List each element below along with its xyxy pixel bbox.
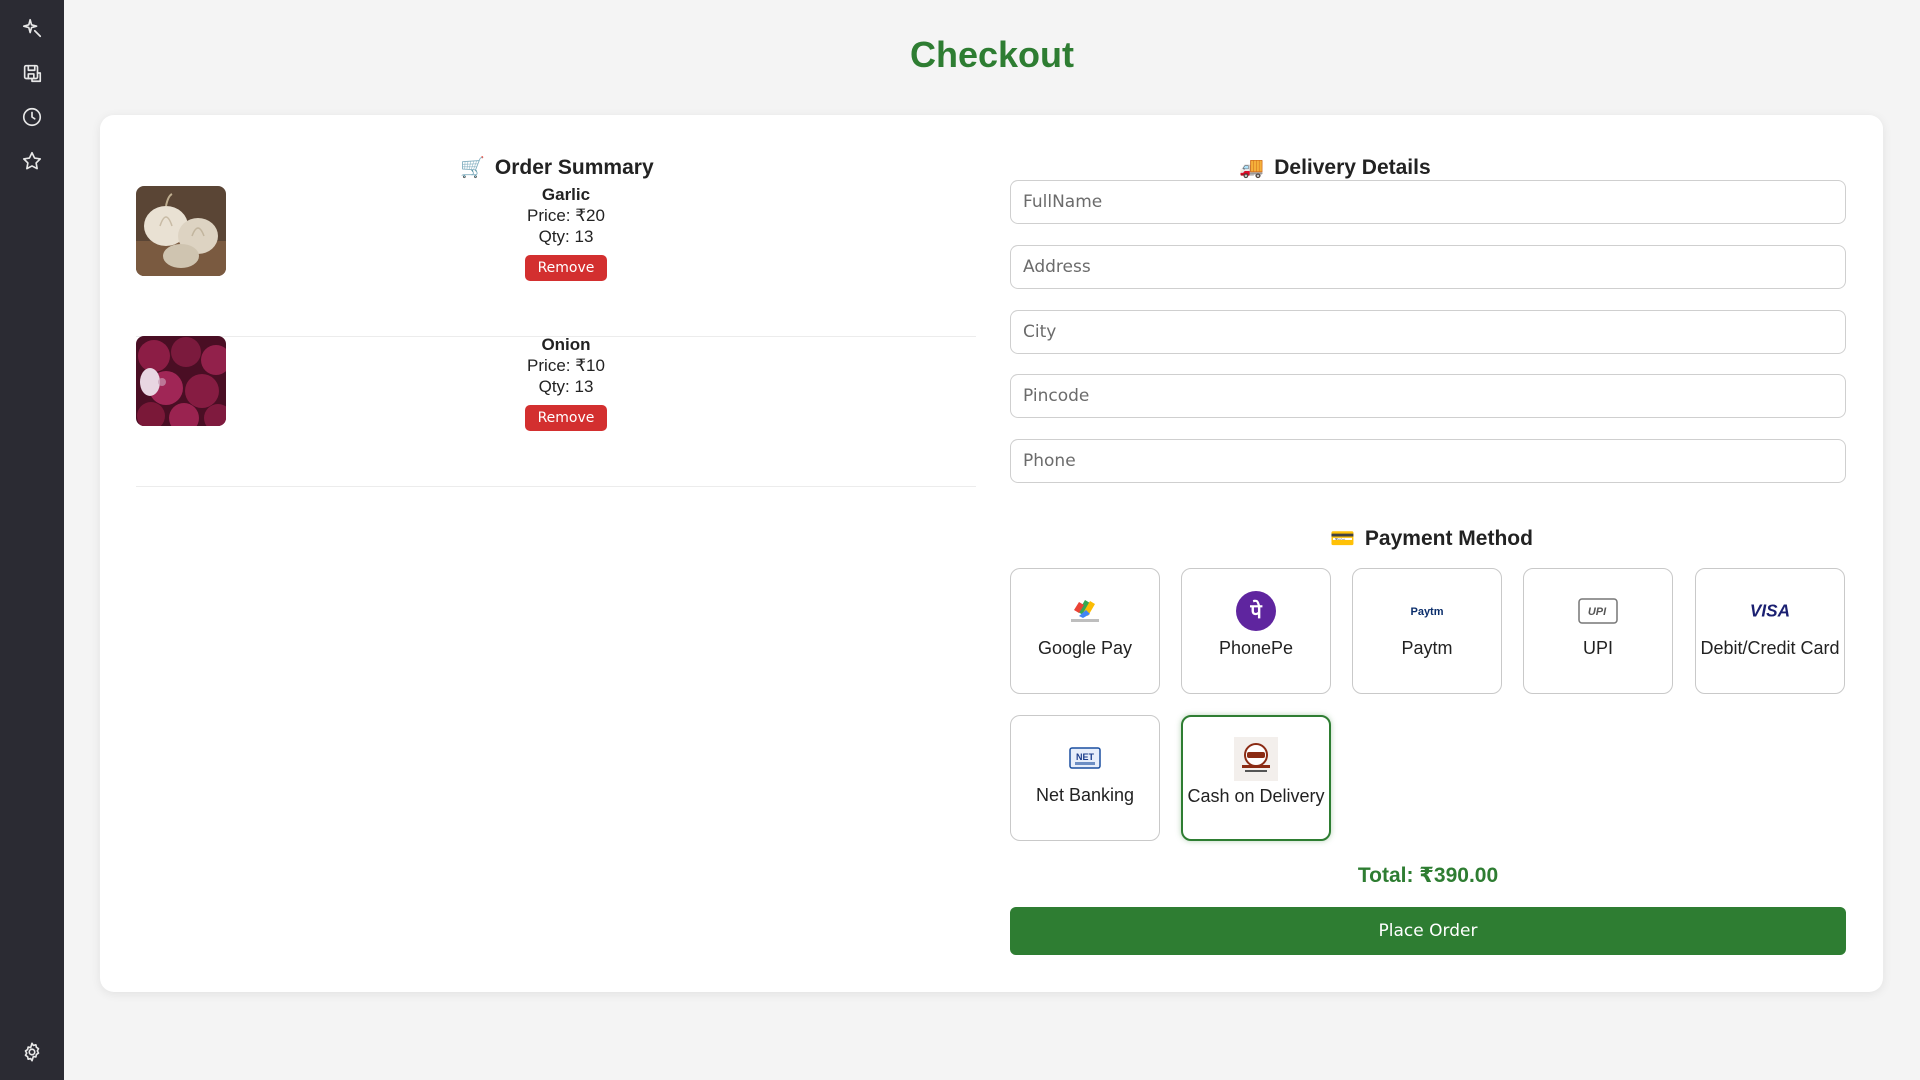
- google-pay-logo-icon: [1063, 589, 1107, 633]
- payment-option-label: PhonePe: [1218, 638, 1294, 658]
- payment-option-paytm[interactable]: Paytm Paytm: [1352, 568, 1502, 694]
- sparkle-icon[interactable]: [20, 16, 44, 40]
- remove-button[interactable]: Remove: [524, 405, 608, 431]
- history-icon[interactable]: [20, 105, 44, 129]
- order-summary-title: Order Summary: [494, 155, 654, 179]
- garlic-image: [136, 186, 226, 276]
- truck-icon: 🚚: [1239, 157, 1265, 179]
- phone-field[interactable]: [1010, 439, 1846, 483]
- star-icon[interactable]: [20, 149, 44, 173]
- payment-method-heading: 💳 Payment Method: [1330, 526, 1533, 551]
- fullname-field[interactable]: [1010, 180, 1846, 224]
- credit-card-icon: 💳: [1330, 528, 1355, 550]
- city-field[interactable]: [1010, 310, 1846, 354]
- upi-logo-text: UPI: [1588, 606, 1607, 618]
- page-title: Checkout: [909, 34, 1075, 75]
- settings-icon[interactable]: [20, 1040, 44, 1064]
- item-qty: Qty: 13: [538, 227, 594, 246]
- paytm-logo-text: Paytm: [1410, 606, 1443, 618]
- cart-icon: 🛒: [460, 157, 485, 179]
- net-banking-logo-text: NET: [1076, 752, 1095, 762]
- payment-option-label: Net Banking: [1035, 785, 1135, 805]
- payment-option-google-pay[interactable]: Google Pay: [1010, 568, 1160, 694]
- payment-option-label: Google Pay: [1037, 638, 1133, 658]
- visa-logo-text: VISA: [1750, 601, 1790, 621]
- place-order-button[interactable]: Place Order: [1010, 907, 1846, 955]
- item-price: Price: ₹20: [527, 206, 605, 225]
- remove-button[interactable]: Remove: [524, 255, 608, 281]
- item-name: Onion: [541, 335, 591, 354]
- item-info: Onion Price: ₹10 Qty: 13 Remove: [436, 334, 696, 431]
- pincode-field[interactable]: [1010, 374, 1846, 418]
- payment-option-label: UPI: [1582, 638, 1613, 658]
- order-item: Onion Price: ₹10 Qty: 13 Remove: [136, 334, 976, 487]
- payment-option-phonepe[interactable]: पे PhonePe: [1181, 568, 1331, 694]
- order-total: Total: ₹390.00: [1357, 864, 1499, 887]
- onion-image: [136, 336, 226, 426]
- payment-option-card[interactable]: VISA Debit/Credit Card: [1695, 568, 1845, 694]
- phonepe-logo-text: पे: [1249, 599, 1263, 623]
- payment-option-label: Paytm: [1401, 638, 1453, 658]
- paytm-logo-icon: Paytm: [1405, 589, 1449, 633]
- save-icon[interactable]: [20, 61, 44, 85]
- payment-option-cash-on-delivery[interactable]: Cash on Delivery: [1181, 715, 1331, 841]
- delivery-details-heading: 🚚 Delivery Details: [1239, 155, 1430, 180]
- order-item: Garlic Price: ₹20 Qty: 13 Remove: [136, 184, 976, 337]
- payment-method-title: Payment Method: [1364, 526, 1533, 550]
- payment-option-label: Debit/Credit Card: [1700, 638, 1840, 658]
- upi-logo-icon: UPI: [1576, 589, 1620, 633]
- cash-on-delivery-logo-icon: [1234, 737, 1278, 781]
- phonepe-logo-icon: पे: [1234, 589, 1278, 633]
- payment-option-net-banking[interactable]: NET Net Banking: [1010, 715, 1160, 841]
- address-field[interactable]: [1010, 245, 1846, 289]
- delivery-details-title: Delivery Details: [1274, 155, 1431, 179]
- order-summary-heading: 🛒 Order Summary: [460, 155, 654, 180]
- visa-logo-icon: VISA: [1748, 589, 1792, 633]
- net-banking-logo-icon: NET: [1063, 736, 1107, 780]
- payment-option-upi[interactable]: UPI UPI: [1523, 568, 1673, 694]
- item-qty: Qty: 13: [538, 377, 594, 396]
- item-info: Garlic Price: ₹20 Qty: 13 Remove: [436, 184, 696, 281]
- sidebar: [0, 0, 64, 1080]
- item-name: Garlic: [541, 185, 591, 204]
- payment-option-label: Cash on Delivery: [1187, 786, 1325, 806]
- item-price: Price: ₹10: [527, 356, 605, 375]
